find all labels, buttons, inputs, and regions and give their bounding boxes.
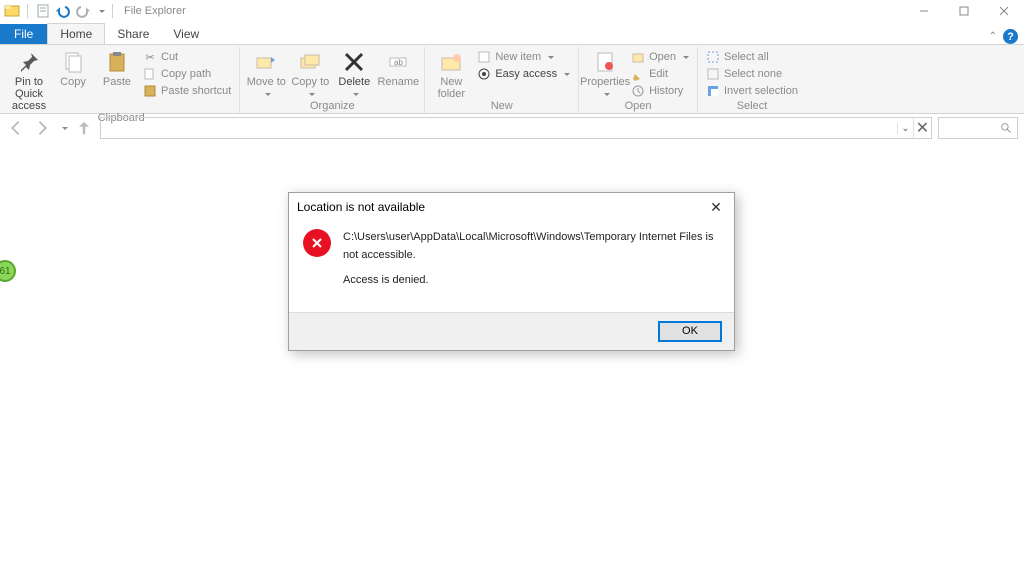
dialog-line2: Access is denied.: [343, 272, 720, 290]
help-icon[interactable]: ?: [1003, 29, 1018, 44]
new-folder-button[interactable]: New folder: [429, 47, 473, 100]
up-button[interactable]: [74, 118, 94, 138]
group-select: Select all Select none Invert selection …: [698, 47, 806, 113]
new-folder-label: New folder: [429, 76, 473, 100]
rename-label: Rename: [378, 76, 420, 88]
ribbon: Pin to Quick access Copy Paste ✂Cut Copy…: [0, 44, 1024, 114]
group-label-select: Select: [702, 100, 802, 113]
cut-button[interactable]: ✂Cut: [139, 49, 235, 65]
select-none-icon: [706, 67, 720, 81]
easy-access-button[interactable]: Easy access: [473, 66, 574, 82]
close-button[interactable]: [984, 0, 1024, 22]
copy-to-icon: [298, 50, 322, 74]
back-button[interactable]: [6, 118, 26, 138]
properties-icon: [593, 50, 617, 74]
delete-label: Delete: [338, 76, 370, 100]
rename-button[interactable]: ab Rename: [376, 47, 420, 88]
search-box[interactable]: [938, 117, 1018, 139]
paste-button[interactable]: Paste: [95, 47, 139, 88]
copy-path-icon: [143, 67, 157, 81]
properties-qat-icon[interactable]: [35, 3, 51, 19]
dialog-message: C:\Users\user\AppData\Local\Microsoft\Wi…: [343, 229, 720, 290]
dialog-footer: OK: [289, 312, 734, 350]
copy-to-label: Copy to: [288, 76, 332, 100]
new-item-button[interactable]: New item: [473, 49, 574, 65]
new-item-icon: [477, 50, 491, 64]
group-label-organize: Organize: [244, 100, 420, 113]
invert-selection-button[interactable]: Invert selection: [702, 83, 802, 99]
recent-locations-button[interactable]: [58, 118, 68, 138]
easy-access-icon: [477, 67, 491, 81]
delete-icon: [342, 50, 366, 74]
pin-icon: [17, 50, 41, 74]
paste-label: Paste: [103, 76, 131, 88]
properties-button[interactable]: Properties: [583, 47, 627, 100]
properties-label: Properties: [580, 76, 630, 100]
pin-to-quick-access-button[interactable]: Pin to Quick access: [7, 47, 51, 112]
move-to-icon: [254, 50, 278, 74]
copy-to-button[interactable]: Copy to: [288, 47, 332, 100]
copy-button[interactable]: Copy: [51, 47, 95, 88]
group-clipboard: Pin to Quick access Copy Paste ✂Cut Copy…: [3, 47, 240, 113]
history-icon: [631, 84, 645, 98]
invert-selection-icon: [706, 84, 720, 98]
rename-icon: ab: [386, 50, 410, 74]
group-label-new: New: [429, 100, 574, 113]
address-dropdown-icon[interactable]: ⌄: [897, 123, 913, 134]
group-label-open: Open: [583, 100, 693, 113]
paste-shortcut-icon: [143, 84, 157, 98]
dialog-titlebar[interactable]: Location is not available ✕: [289, 193, 734, 221]
tab-file[interactable]: File: [0, 24, 47, 44]
scissors-icon: ✂: [143, 50, 157, 64]
redo-icon[interactable]: [75, 3, 91, 19]
maximize-button[interactable]: [944, 0, 984, 22]
open-icon: [631, 50, 645, 64]
copy-icon: [61, 50, 85, 74]
minimize-button[interactable]: [904, 0, 944, 22]
move-to-button[interactable]: Move to: [244, 47, 288, 100]
select-all-button[interactable]: Select all: [702, 49, 802, 65]
move-to-label: Move to: [244, 76, 288, 100]
tab-view[interactable]: View: [161, 24, 211, 44]
search-icon: [1000, 122, 1013, 135]
new-folder-icon: [439, 50, 463, 74]
dialog-title-text: Location is not available: [297, 200, 425, 214]
edge-badge[interactable]: 61: [0, 260, 16, 282]
qat-customize-dropdown[interactable]: [95, 3, 105, 19]
select-none-button[interactable]: Select none: [702, 66, 802, 82]
svg-text:ab: ab: [394, 58, 403, 67]
address-bar[interactable]: ⌄ ✕: [100, 117, 932, 139]
paste-icon: [105, 50, 129, 74]
edit-button[interactable]: Edit: [627, 66, 693, 82]
forward-button[interactable]: [32, 118, 52, 138]
select-all-icon: [706, 50, 720, 64]
group-new: New folder New item Easy access New: [425, 47, 579, 113]
group-organize: Move to Copy to Delete ab Rename Organiz…: [240, 47, 425, 113]
title-bar: File Explorer: [0, 0, 1024, 22]
dialog-ok-button[interactable]: OK: [658, 321, 722, 342]
tab-share[interactable]: Share: [105, 24, 161, 44]
error-icon: [303, 229, 331, 257]
quick-access-toolbar: [0, 3, 120, 19]
copy-label: Copy: [60, 76, 86, 88]
pin-label: Pin to Quick access: [7, 76, 51, 112]
paste-shortcut-button[interactable]: Paste shortcut: [139, 83, 235, 99]
nav-row: ⌄ ✕: [0, 114, 1024, 142]
ribbon-tabs: File Home Share View ⌃ ?: [0, 22, 1024, 44]
copy-path-button[interactable]: Copy path: [139, 66, 235, 82]
tab-home[interactable]: Home: [47, 23, 105, 44]
error-dialog: Location is not available ✕ C:\Users\use…: [288, 192, 735, 351]
edit-icon: [631, 67, 645, 81]
group-open: Properties Open Edit History Open: [579, 47, 698, 113]
address-clear-icon[interactable]: ✕: [913, 118, 931, 138]
dialog-close-button[interactable]: ✕: [706, 199, 726, 216]
delete-button[interactable]: Delete: [332, 47, 376, 100]
app-icon: [4, 3, 20, 19]
history-button[interactable]: History: [627, 83, 693, 99]
dialog-line1: C:\Users\user\AppData\Local\Microsoft\Wi…: [343, 229, 720, 264]
open-button[interactable]: Open: [627, 49, 693, 65]
ribbon-collapse-icon[interactable]: ⌃: [989, 31, 997, 42]
undo-icon[interactable]: [55, 3, 71, 19]
window-title: File Explorer: [124, 5, 186, 17]
